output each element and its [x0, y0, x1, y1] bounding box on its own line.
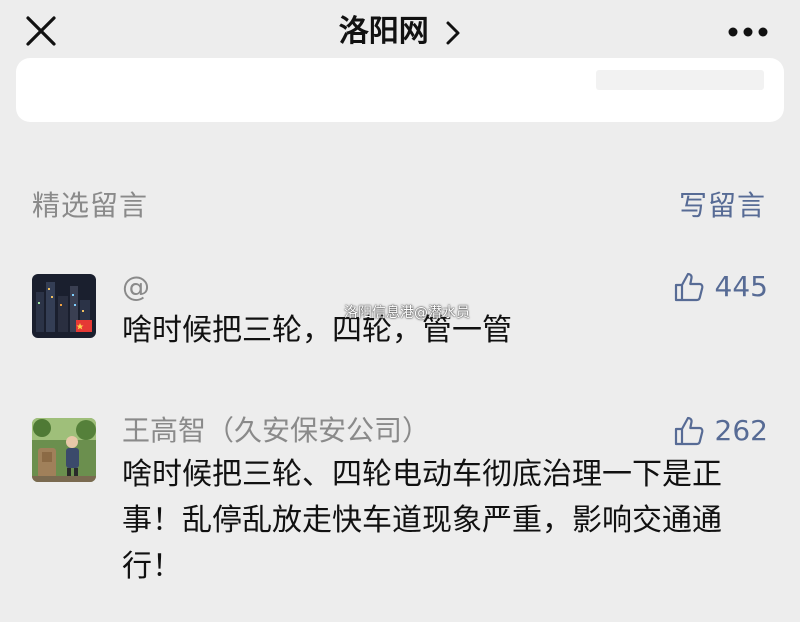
avatar[interactable]: [32, 274, 96, 338]
more-icon: [728, 27, 768, 37]
comment-author: 王高智（久安保安公司）: [122, 414, 431, 447]
comment-text: 啥时候把三轮、四轮电动车彻底治理一下是正事！乱停乱放走快车道现象严重，影响交通通…: [122, 457, 722, 584]
top-bar: 洛阳网: [0, 0, 800, 66]
avatar[interactable]: [32, 418, 96, 482]
chevron-right-icon: [446, 21, 460, 44]
card-placeholder: [596, 70, 764, 90]
like-button[interactable]: 445: [673, 270, 768, 304]
write-comment-button[interactable]: 写留言: [679, 184, 766, 224]
city-night-avatar-icon: [32, 274, 96, 338]
like-button[interactable]: 262: [673, 414, 768, 448]
person-outdoor-avatar-icon: [32, 418, 96, 482]
account-title-link[interactable]: 洛阳网: [0, 10, 800, 54]
more-button[interactable]: [726, 16, 770, 48]
thumbs-up-icon: [674, 272, 704, 302]
like-count: 445: [714, 270, 768, 303]
page-title: 洛阳网: [338, 14, 429, 49]
like-count: 262: [714, 414, 768, 447]
comment-author: @: [122, 270, 150, 303]
watermark: 洛阳信息港@潜水员: [344, 305, 470, 321]
thumbs-up-icon: [674, 416, 704, 446]
article-card: [16, 58, 784, 122]
section-title: 精选留言: [32, 189, 149, 222]
